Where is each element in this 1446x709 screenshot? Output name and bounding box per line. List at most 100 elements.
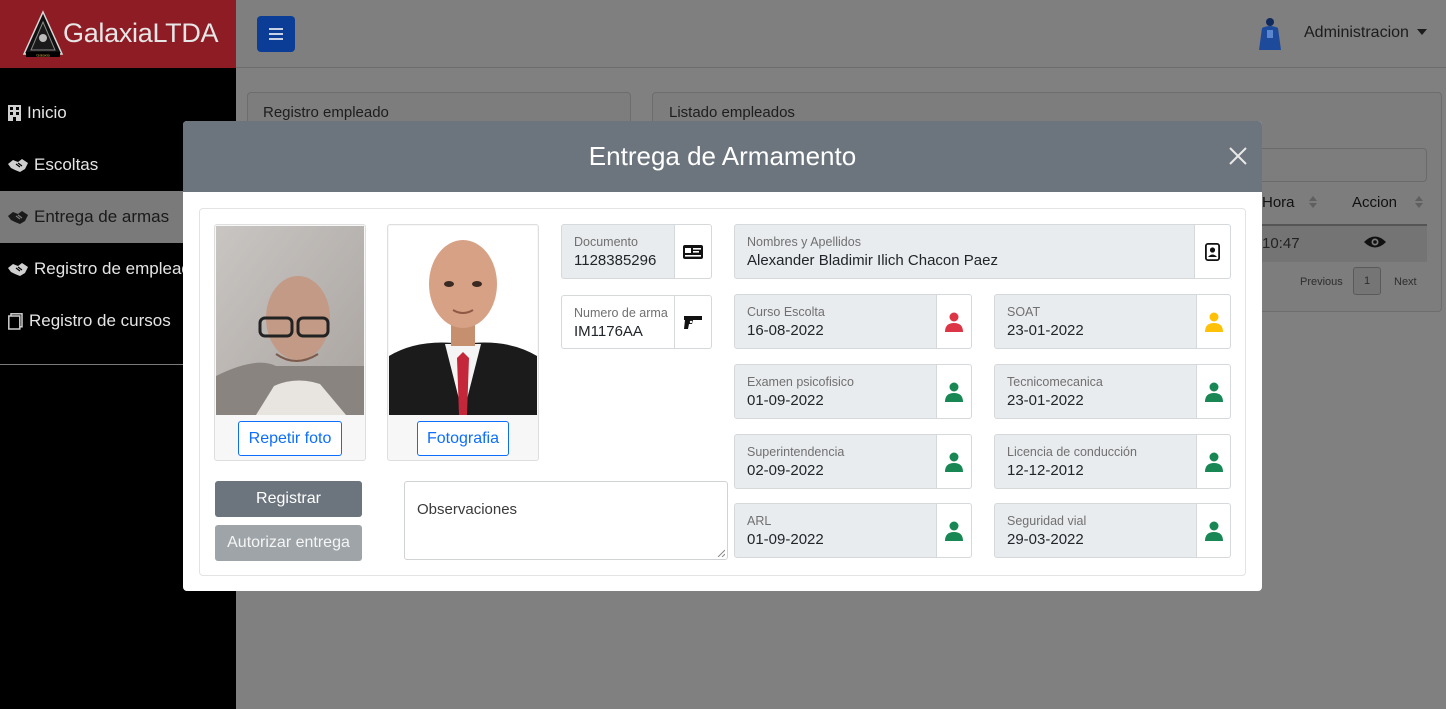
- curso-escolta-status-button[interactable]: [936, 294, 972, 349]
- building-icon: [8, 105, 21, 121]
- id-card-icon: [683, 244, 703, 259]
- listado-empleados-title: Listado empleados: [669, 104, 795, 121]
- licencia-status-button[interactable]: [1196, 434, 1231, 489]
- arl-field[interactable]: ARL 01-09-2022: [734, 503, 937, 558]
- examen-status-button[interactable]: [936, 364, 972, 419]
- user-status-green-icon: [1204, 382, 1223, 402]
- curso-escolta-label: Curso Escolta: [747, 305, 825, 319]
- tecnomecanica-label: Tecnicomecanica: [1007, 375, 1103, 389]
- superintendencia-status-button[interactable]: [936, 434, 972, 489]
- take-photo-button[interactable]: Fotografia: [417, 421, 509, 456]
- nombres-value: Alexander Bladimir Ilich Chacon Paez: [747, 252, 998, 269]
- sidebar-item-label: Registro de cursos: [29, 311, 171, 330]
- authorize-delivery-button[interactable]: Autorizar entrega: [215, 525, 362, 561]
- menu-toggle-button[interactable]: [257, 16, 295, 52]
- handshake-icon: [8, 263, 28, 276]
- licencia-label: Licencia de conducción: [1007, 445, 1137, 459]
- examen-psicofisico-field[interactable]: Examen psicofisico 01-09-2022: [734, 364, 937, 419]
- user-status-yellow-icon: [1204, 312, 1223, 332]
- register-button[interactable]: Registrar: [215, 481, 362, 517]
- user-status-green-icon: [1204, 452, 1223, 472]
- nombres-label: Nombres y Apellidos: [747, 235, 861, 249]
- tecnomecanica-field[interactable]: Tecnicomecanica 23-01-2022: [994, 364, 1197, 419]
- weapon-button[interactable]: [674, 295, 712, 349]
- pagination-next[interactable]: Next: [1394, 276, 1417, 288]
- licencia-conduccion-field[interactable]: Licencia de conducción 12-12-2012: [994, 434, 1197, 489]
- tecnomecanica-status-button[interactable]: [1196, 364, 1231, 419]
- close-icon[interactable]: [1228, 146, 1248, 166]
- sidebar-item-label: Inicio: [27, 103, 67, 122]
- eye-icon[interactable]: [1364, 235, 1386, 249]
- take-photo-label: Fotografia: [426, 429, 500, 447]
- user-menu-dropdown[interactable]: Administracion: [1304, 24, 1428, 42]
- table-search-input[interactable]: [1262, 148, 1427, 182]
- repeat-photo-button[interactable]: Repetir foto: [238, 421, 342, 456]
- sort-icon: [1309, 196, 1317, 208]
- modal-body: Repetir foto Fotografia Registrar Autori…: [199, 208, 1246, 576]
- authorize-label: Autorizar entrega: [227, 534, 350, 551]
- webcam-photo: [216, 226, 364, 415]
- soat-status-button[interactable]: [1196, 294, 1231, 349]
- repeat-photo-label: Repetir foto: [248, 429, 332, 447]
- topbar: Administracion: [236, 0, 1446, 68]
- user-menu-label: Administracion: [1304, 24, 1409, 41]
- arl-value: 01-09-2022: [747, 531, 824, 548]
- contact-card-button[interactable]: [1194, 224, 1231, 279]
- documento-field[interactable]: Documento 1128385296: [561, 224, 675, 279]
- seguridad-vial-field[interactable]: Seguridad vial 29-03-2022: [994, 503, 1197, 558]
- numero-arma-value: IM1176AA: [574, 323, 643, 340]
- user-status-green-icon: [945, 521, 963, 541]
- seguridad-vial-value: 29-03-2022: [1007, 531, 1084, 548]
- entrega-armamento-modal: Entrega de Armamento Repetir foto Fotogr…: [183, 121, 1262, 591]
- galaxia-logo: Galaxia: [22, 10, 64, 58]
- arl-status-button[interactable]: [936, 503, 972, 558]
- hamburger-icon: [269, 28, 283, 40]
- brand-name: GalaxiaLTDA: [63, 18, 219, 48]
- pistol-icon: [684, 315, 702, 329]
- soat-label: SOAT: [1007, 305, 1041, 319]
- webcam-photo-card: Repetir foto: [214, 224, 366, 461]
- user-status-green-icon: [945, 382, 963, 402]
- registro-empleado-title: Registro empleado: [263, 104, 389, 121]
- user-avatar-icon[interactable]: [1256, 16, 1284, 52]
- sidebar-item-label: Entrega de armas: [34, 207, 170, 226]
- numero-arma-label: Numero de arma: [574, 306, 668, 320]
- documento-label: Documento: [574, 235, 638, 249]
- documento-value: 1128385296: [574, 252, 657, 269]
- user-status-green-icon: [1204, 521, 1223, 541]
- contact-card-icon: [1205, 242, 1220, 261]
- table-header-accion[interactable]: Accion: [1352, 194, 1397, 211]
- numero-arma-field[interactable]: Numero de arma IM1176AA: [561, 295, 675, 349]
- table-cell-hora: 10:47: [1262, 235, 1300, 252]
- sort-icon: [1415, 196, 1423, 208]
- seguridad-vial-status-button[interactable]: [1196, 503, 1231, 558]
- soat-value: 23-01-2022: [1007, 322, 1084, 339]
- curso-escolta-field[interactable]: Curso Escolta 16-08-2022: [734, 294, 937, 349]
- tecnomecanica-value: 23-01-2022: [1007, 392, 1084, 409]
- resize-handle-icon[interactable]: [717, 549, 725, 557]
- seguridad-vial-label: Seguridad vial: [1007, 514, 1087, 528]
- pagination-page-label: 1: [1363, 275, 1371, 287]
- examen-value: 01-09-2022: [747, 392, 824, 409]
- modal-header: Entrega de Armamento: [183, 121, 1262, 192]
- register-label: Registrar: [256, 490, 321, 507]
- licencia-value: 12-12-2012: [1007, 462, 1084, 479]
- curso-escolta-value: 16-08-2022: [747, 322, 824, 339]
- user-status-red-icon: [945, 312, 963, 332]
- soat-field[interactable]: SOAT 23-01-2022: [994, 294, 1197, 349]
- table-header-hora[interactable]: Hora: [1262, 194, 1295, 211]
- observations-placeholder: Observaciones: [417, 501, 518, 518]
- superintendencia-field[interactable]: Superintendencia 02-09-2022: [734, 434, 937, 489]
- observations-textarea[interactable]: Observaciones: [404, 481, 728, 560]
- handshake-icon: [8, 211, 28, 224]
- copy-icon: [8, 312, 23, 330]
- id-card-button[interactable]: [674, 224, 712, 279]
- registered-photo-card: Fotografia: [387, 224, 539, 461]
- nombres-field[interactable]: Nombres y Apellidos Alexander Bladimir I…: [734, 224, 1195, 279]
- user-status-green-icon: [945, 452, 963, 472]
- arl-label: ARL: [747, 514, 772, 528]
- brand-bar[interactable]: Galaxia GalaxiaLTDA: [0, 0, 236, 68]
- pagination-page-1[interactable]: 1: [1353, 267, 1381, 295]
- pagination-previous[interactable]: Previous: [1300, 276, 1343, 288]
- sidebar-item-label: Escoltas: [34, 155, 99, 174]
